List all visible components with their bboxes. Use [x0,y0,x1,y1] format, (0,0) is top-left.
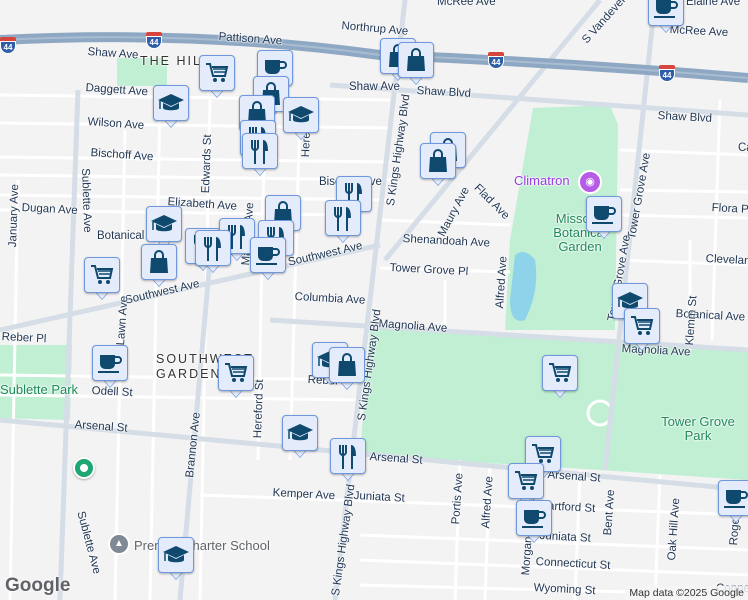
map-attribution[interactable]: Map data ©2025 Google [625,586,748,600]
restaurant-icon [330,438,366,474]
bag-icon [329,347,365,383]
coffee-icon [718,480,748,516]
map-marker-coffee[interactable] [586,196,622,240]
street-label: Elaine Ave [686,0,741,8]
interstate-shield: 44 [146,32,162,50]
map-marker-graduation[interactable] [153,85,189,129]
map-marker-restaurant[interactable] [325,200,361,244]
cart-icon [218,355,254,391]
map-marker-coffee[interactable] [92,345,128,389]
street-label: Shaw Ave [349,81,400,93]
map-marker-graduation[interactable] [282,415,318,459]
park-label-tower-grove[interactable]: Tower Grove Park [660,415,736,443]
cart-icon [508,463,544,499]
street-label: Castleman Ave [738,142,748,154]
map-marker-coffee[interactable] [718,480,748,524]
map-marker-coffee[interactable] [648,0,684,34]
street-label: January Ave [7,183,22,248]
map-marker-cart[interactable] [218,355,254,399]
restaurant-icon [325,200,361,236]
map-marker-cart[interactable] [624,308,660,352]
map-marker-graduation[interactable] [283,97,319,141]
coffee-icon [250,237,286,273]
neighborhood-label: SOUTHWEST GARDEN [156,352,254,381]
poi-climatron[interactable]: Climatron [514,173,570,188]
restaurant-icon [195,230,231,266]
cart-icon [624,308,660,344]
map-canvas[interactable]: 44 44 44 44 THE HILL SOUTHWEST GARDEN Pa… [0,0,748,600]
map-marker-bag[interactable] [141,244,177,288]
street-label: Hereford St [252,379,267,439]
graduation-icon [146,206,182,242]
coffee-icon [648,0,684,26]
coffee-icon [92,345,128,381]
street-label: Sublette Ave [79,168,94,233]
map-marker-coffee[interactable] [516,500,552,544]
school-icon[interactable]: ▲ [108,533,130,555]
poi-premier-charter-school[interactable]: Premier Charter School [134,538,270,553]
street-label: Edwards St [200,134,215,194]
graduation-icon [153,85,189,121]
map-marker-bag[interactable] [329,347,365,391]
interstate-shield: 44 [488,52,504,70]
cart-icon [84,257,120,293]
map-marker-bag[interactable] [398,42,434,86]
camera-icon[interactable]: ◉ [578,170,602,194]
map-marker-coffee[interactable] [250,237,286,281]
interstate-shield: 44 [0,37,16,55]
interstate-shield: 44 [659,65,675,83]
map-marker-graduation[interactable] [158,537,194,581]
park-pin-icon[interactable] [73,457,95,479]
park-label-sublette[interactable]: Sublette Park [0,383,78,397]
map-marker-cart[interactable] [84,257,120,301]
street-label: McRee Ave [437,0,496,8]
map-marker-restaurant[interactable] [330,438,366,482]
coffee-icon [586,196,622,232]
map-marker-cart[interactable] [542,355,578,399]
graduation-icon [282,415,318,451]
bag-icon [420,143,456,179]
map-marker-restaurant[interactable] [242,133,278,177]
bag-icon [141,244,177,280]
map-marker-cart[interactable] [199,55,235,99]
street-label: Reber Pl [1,331,47,346]
bag-icon [398,42,434,78]
graduation-icon [283,97,319,133]
street-label: Flora Pl [711,202,748,217]
graduation-icon [158,537,194,573]
map-marker-restaurant[interactable] [195,230,231,274]
restaurant-icon [242,133,278,169]
cart-icon [199,55,235,91]
coffee-icon [516,500,552,536]
google-logo: Google [5,575,71,596]
map-marker-bag[interactable] [420,143,456,187]
cart-icon [542,355,578,391]
